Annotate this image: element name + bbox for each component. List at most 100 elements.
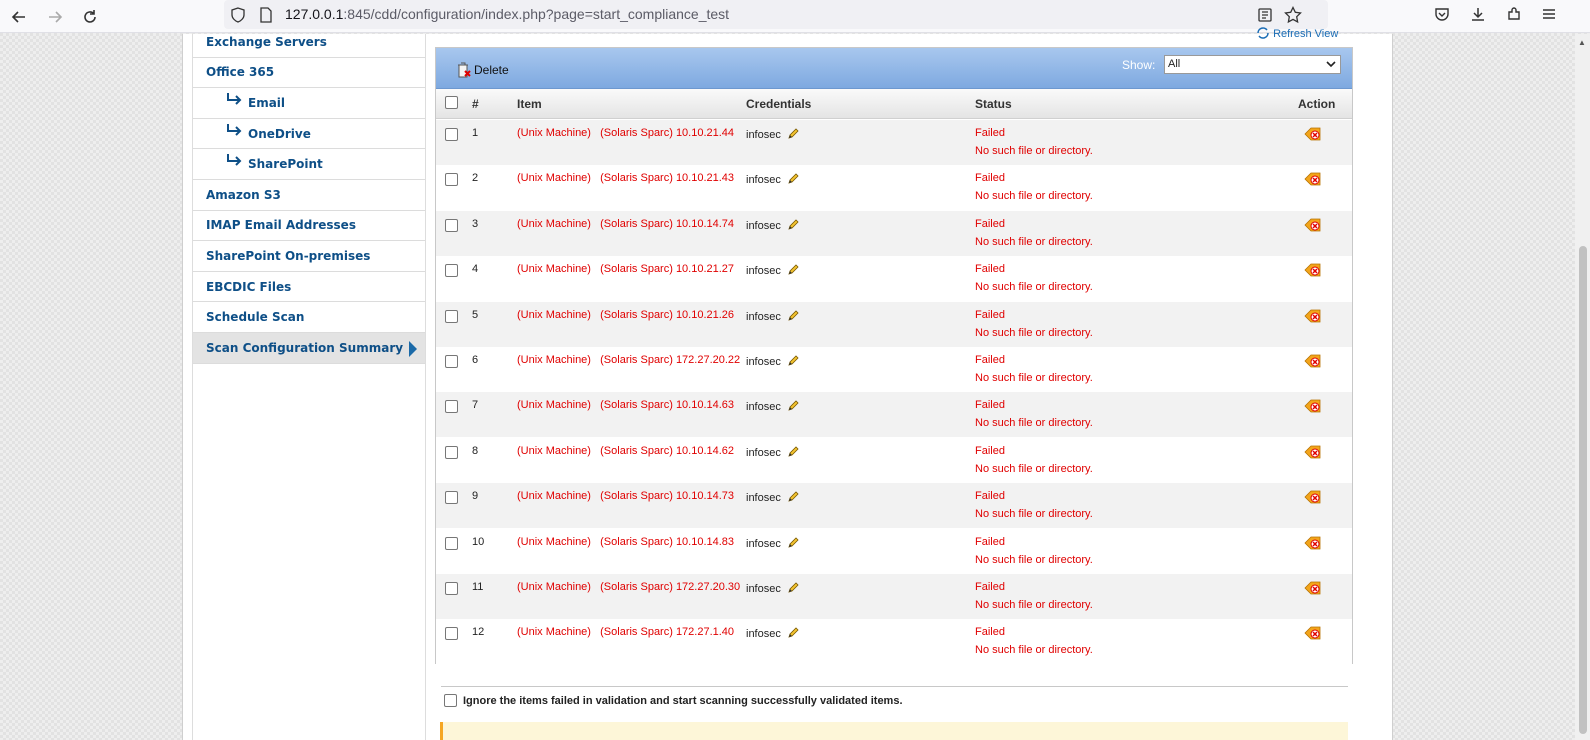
row-item[interactable]: (Unix Machine) (Solaris Sparc) 10.10.21.… (517, 309, 734, 321)
row-number: 7 (472, 399, 479, 412)
row-checkbox[interactable] (445, 173, 458, 187)
delete-button[interactable]: Delete (456, 61, 509, 79)
sidebar-item[interactable]: Email (193, 88, 425, 119)
row-number: 3 (472, 217, 479, 230)
row-checkbox[interactable] (445, 400, 458, 414)
edit-pencil-icon[interactable] (787, 309, 800, 325)
sidebar-item[interactable]: IMAP Email Addresses (193, 211, 425, 242)
row-checkbox[interactable] (445, 309, 458, 323)
sidebar-item[interactable]: Exchange Servers (193, 27, 425, 58)
sidebar-item[interactable]: Schedule Scan (193, 302, 425, 333)
table-row: 9 (Unix Machine) (Solaris Sparc) 10.10.14… (436, 483, 1352, 529)
refresh-view-link[interactable]: Refresh View (1256, 27, 1338, 40)
retry-action-icon[interactable] (1304, 171, 1322, 190)
row-credentials: infosec (746, 172, 800, 188)
edit-pencil-icon[interactable] (787, 218, 800, 234)
retry-action-icon[interactable] (1304, 625, 1322, 644)
menu-icon[interactable] (1538, 3, 1560, 25)
edit-pencil-icon[interactable] (787, 172, 800, 188)
row-checkbox[interactable] (445, 264, 458, 278)
retry-action-icon[interactable] (1304, 444, 1322, 463)
row-item[interactable]: (Unix Machine) (Solaris Sparc) 10.10.14.… (517, 536, 734, 548)
item-name: (Solaris Sparc) 10.10.21.44 (600, 127, 735, 139)
row-status-detail: No such file or directory. (975, 190, 1093, 203)
row-checkbox[interactable] (445, 627, 458, 641)
back-icon[interactable] (6, 4, 32, 30)
edit-pencil-icon[interactable] (787, 445, 800, 461)
item-name: (Solaris Sparc) 10.10.14.62 (600, 444, 735, 457)
ignore-failed-option[interactable]: Ignore the items failed in validation an… (444, 694, 903, 707)
retry-action-icon[interactable] (1304, 535, 1322, 554)
sidebar-item[interactable]: Amazon S3 (193, 180, 425, 211)
shield-icon[interactable] (227, 4, 249, 26)
bookmark-star-icon[interactable] (1282, 4, 1304, 26)
retry-action-icon[interactable] (1304, 353, 1322, 372)
row-checkbox[interactable] (445, 582, 458, 595)
sidebar-item-label: Email (248, 95, 286, 110)
row-status: Failed (975, 354, 1005, 366)
edit-pencil-icon[interactable] (787, 490, 800, 506)
sidebar-item-label: Scan Configuration Summary (206, 340, 404, 355)
sidebar-item[interactable]: Office 365 (193, 58, 425, 89)
row-item[interactable]: (Unix Machine) (Solaris Sparc) 10.10.21.… (517, 172, 734, 184)
retry-action-icon[interactable] (1304, 262, 1322, 281)
url-text[interactable]: 127.0.0.1:845/cdd/configuration/index.ph… (285, 6, 729, 22)
sidebar-item[interactable]: EBCDIC Files (193, 272, 425, 303)
extensions-icon[interactable] (1503, 3, 1525, 25)
row-item[interactable]: (Unix Machine) (Solaris Sparc) 10.10.21.… (517, 127, 734, 139)
forward-icon[interactable] (42, 4, 68, 30)
sidebar-item[interactable]: SharePoint (193, 149, 425, 180)
pocket-icon[interactable] (1431, 3, 1453, 25)
row-checkbox[interactable] (445, 445, 458, 459)
row-item[interactable]: (Unix Machine) (Solaris Sparc) 172.27.1.… (517, 626, 734, 638)
retry-action-icon[interactable] (1304, 217, 1322, 236)
sub-arrow-icon (226, 92, 242, 109)
row-item[interactable]: (Unix Machine) (Solaris Sparc) 10.10.14.… (517, 218, 734, 230)
table-row: 1 (Unix Machine) (Solaris Sparc) 10.10.21… (436, 120, 1352, 165)
retry-action-icon[interactable] (1304, 489, 1322, 508)
retry-action-icon[interactable] (1304, 308, 1322, 327)
sidebar-item[interactable]: SharePoint On-premises (193, 241, 425, 272)
reader-view-icon[interactable] (1254, 4, 1276, 26)
ignore-failed-checkbox[interactable] (444, 694, 457, 707)
row-checkbox[interactable] (445, 536, 458, 550)
scroll-thumb[interactable] (1579, 246, 1587, 734)
edit-pencil-icon[interactable] (787, 127, 800, 143)
row-status: Failed (975, 490, 1005, 503)
row-item[interactable]: (Unix Machine) (Solaris Sparc) 10.10.14.… (517, 399, 734, 411)
credential-name: infosec (746, 628, 781, 641)
sidebar-item[interactable]: Scan Configuration Summary (193, 333, 425, 364)
retry-action-icon[interactable] (1304, 580, 1322, 599)
table-row: 12 (Unix Machine) (Solaris Sparc) 172.27.… (436, 619, 1352, 665)
retry-action-icon[interactable] (1304, 398, 1322, 417)
row-item[interactable]: (Unix Machine) (Solaris Sparc) 10.10.14.… (517, 445, 734, 457)
row-item[interactable]: (Unix Machine) (Solaris Sparc) 10.10.21.… (517, 263, 734, 275)
row-checkbox[interactable] (445, 128, 458, 141)
edit-pencil-icon[interactable] (787, 626, 800, 642)
row-checkbox[interactable] (445, 218, 458, 232)
row-credentials: infosec (746, 581, 800, 597)
reload-icon[interactable] (77, 4, 103, 30)
edit-pencil-icon[interactable] (787, 354, 800, 370)
row-item[interactable]: (Unix Machine) (Solaris Sparc) 10.10.14.… (517, 490, 734, 502)
edit-pencil-icon[interactable] (787, 399, 800, 415)
credential-name: infosec (746, 129, 781, 141)
row-item[interactable]: (Unix Machine) (Solaris Sparc) 172.27.20… (517, 581, 740, 593)
row-checkbox[interactable] (445, 491, 458, 505)
retry-action-icon[interactable] (1304, 126, 1322, 145)
edit-pencil-icon[interactable] (787, 581, 800, 597)
row-checkbox[interactable] (445, 355, 458, 368)
row-status-detail: No such file or directory. (975, 599, 1093, 611)
edit-pencil-icon[interactable] (787, 263, 800, 279)
row-item[interactable]: (Unix Machine) (Solaris Sparc) 172.27.20… (517, 354, 740, 366)
scroll-up-arrow-icon[interactable]: ▲ (1578, 38, 1586, 47)
page-scrollbar[interactable]: ▲ (1575, 34, 1590, 740)
edit-pencil-icon[interactable] (787, 536, 800, 552)
table-row: 5 (Unix Machine) (Solaris Sparc) 10.10.21… (436, 301, 1352, 347)
download-icon[interactable] (1467, 3, 1489, 25)
sidebar-item[interactable]: OneDrive (193, 119, 425, 150)
row-status: Failed (975, 535, 1005, 548)
show-filter-select[interactable]: All (1164, 55, 1341, 74)
select-all-checkbox[interactable] (445, 96, 458, 109)
delete-icon (458, 62, 471, 78)
